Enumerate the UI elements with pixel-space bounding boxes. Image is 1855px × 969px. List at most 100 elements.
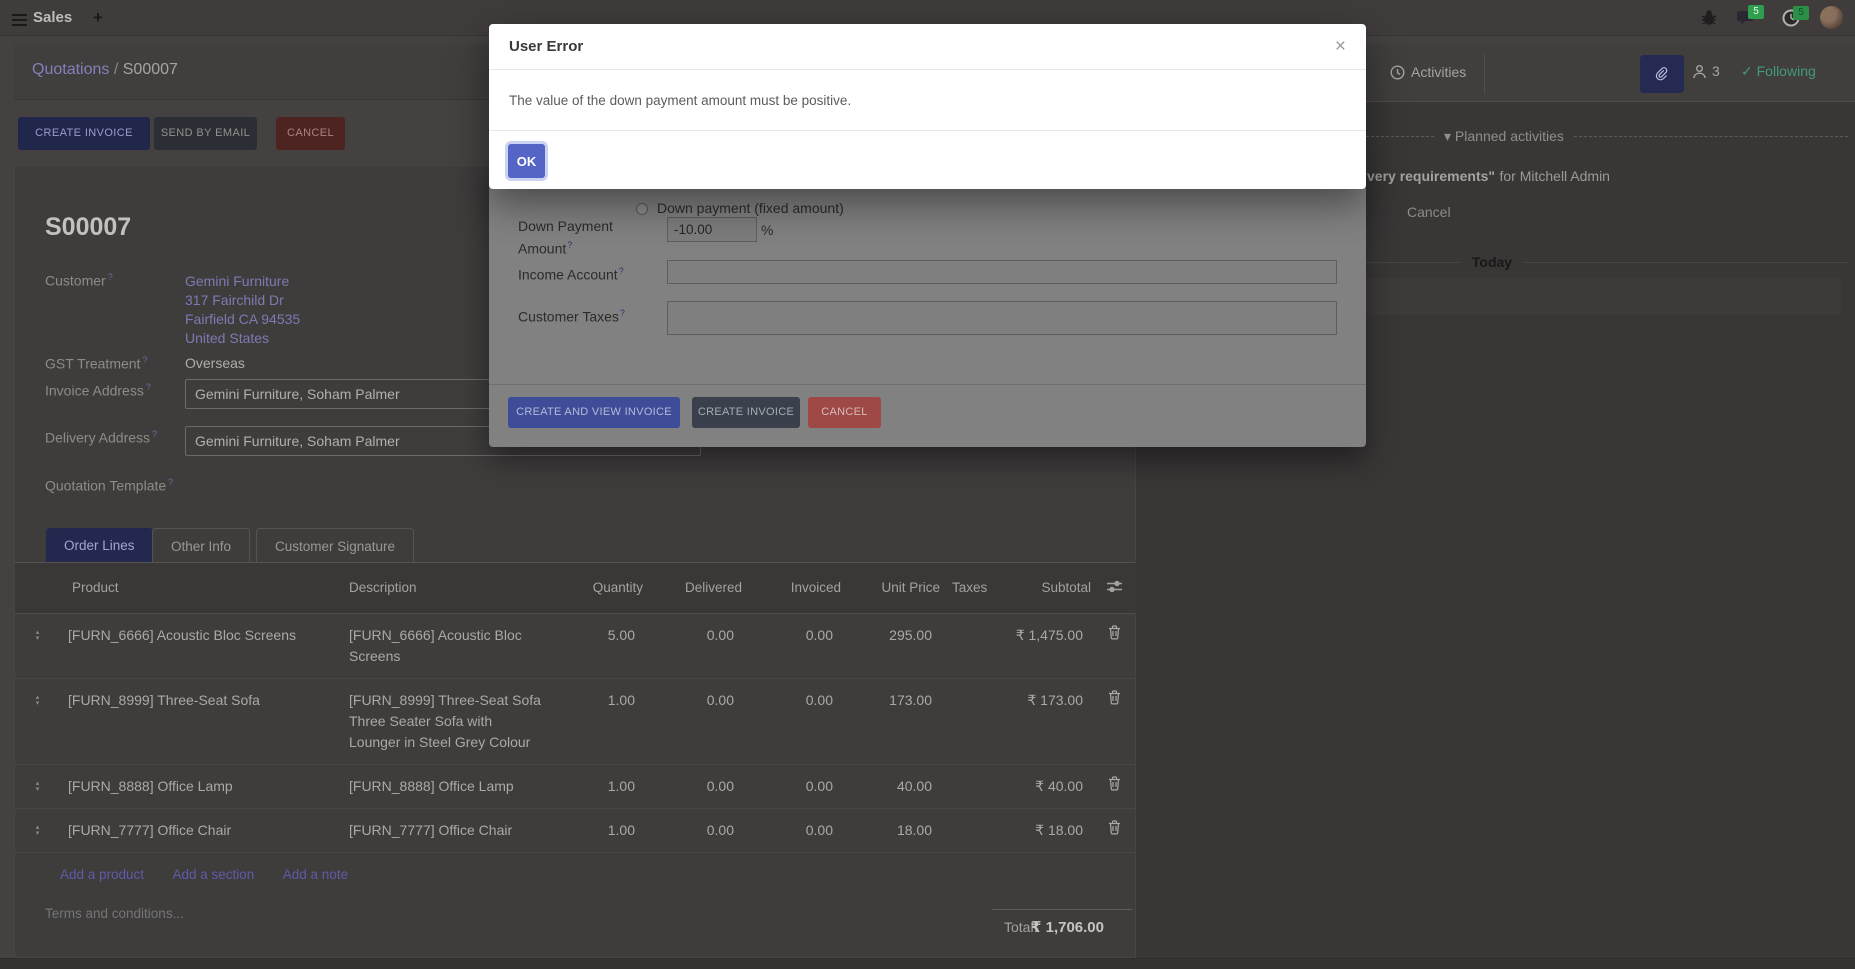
fixed-amount-option[interactable]: Down payment (fixed amount) (636, 199, 844, 218)
cell-product[interactable]: [FURN_6666] Acoustic Bloc Screens (60, 613, 341, 678)
user-avatar[interactable] (1820, 6, 1843, 29)
following-button[interactable]: ✓ Following (1741, 63, 1816, 80)
activity-cancel-link[interactable]: Cancel (1407, 204, 1451, 220)
cell-delivered[interactable]: 0.00 (643, 808, 742, 852)
close-icon[interactable]: × (1335, 37, 1346, 56)
cell-product[interactable]: [FURN_8999] Three-Seat Sofa (60, 678, 341, 764)
debug-bug-icon[interactable] (1700, 9, 1718, 27)
ok-button[interactable]: OK (508, 144, 545, 178)
delete-row-icon[interactable] (1091, 678, 1137, 764)
dialog-cancel-button[interactable]: CANCEL (808, 397, 881, 428)
cell-taxes[interactable] (940, 808, 1006, 852)
send-by-email-button[interactable]: SEND BY EMAIL (154, 117, 257, 150)
quotation-template-label: Quotation Template? (45, 477, 173, 494)
new-tab-icon[interactable]: + (93, 8, 103, 28)
breadcrumb-quotations[interactable]: Quotations (32, 61, 109, 78)
cell-taxes[interactable] (940, 764, 1006, 808)
radio-icon[interactable] (636, 203, 648, 215)
cell-taxes[interactable] (940, 678, 1006, 764)
cell-delivered[interactable]: 0.00 (643, 764, 742, 808)
today-label: Today (1472, 254, 1512, 270)
cell-unit-price[interactable]: 18.00 (841, 808, 940, 852)
col-product[interactable]: Product (60, 563, 341, 613)
help-icon: ? (108, 272, 113, 282)
down-payment-amount-input[interactable] (667, 217, 757, 242)
breadcrumb-separator: / (114, 61, 118, 78)
cell-description[interactable]: [FURN_8999] Three-Seat Sofa Three Seater… (341, 678, 586, 764)
delete-row-icon[interactable] (1091, 808, 1137, 852)
add-a-note-link[interactable]: Add a note (283, 867, 348, 882)
activities-button[interactable]: Activities (1390, 64, 1466, 80)
chatter-divider (1484, 54, 1485, 94)
delete-row-icon[interactable] (1091, 764, 1137, 808)
create-invoice-button[interactable]: CREATE INVOICE (18, 117, 150, 150)
drag-handle-icon[interactable]: ▴▾ (36, 630, 40, 642)
followers-button[interactable]: 3 (1692, 63, 1720, 79)
col-description[interactable]: Description (341, 563, 586, 613)
col-quantity[interactable]: Quantity (586, 563, 643, 613)
cell-product[interactable]: [FURN_7777] Office Chair (60, 808, 341, 852)
income-account-input[interactable] (667, 260, 1337, 284)
tab-other-info[interactable]: Other Info (152, 528, 250, 563)
cell-delivered[interactable]: 0.00 (643, 678, 742, 764)
table-footer-links: Add a product Add a section Add a note (60, 866, 372, 884)
cell-unit-price[interactable]: 40.00 (841, 764, 940, 808)
cell-delivered[interactable]: 0.00 (643, 613, 742, 678)
col-taxes[interactable]: Taxes (940, 563, 1006, 613)
check-icon: ✓ (1741, 63, 1753, 79)
cell-subtotal: ₹ 40.00 (1006, 764, 1091, 808)
customer-taxes-label: Customer Taxes? (518, 304, 625, 327)
create-and-view-invoice-button[interactable]: CREATE AND VIEW INVOICE (508, 397, 680, 428)
cell-description[interactable]: [FURN_6666] Acoustic Bloc Screens (341, 613, 586, 678)
planned-activities-toggle[interactable]: ▾ Planned activities (1444, 128, 1564, 145)
add-a-section-link[interactable]: Add a section (173, 867, 255, 882)
delete-row-icon[interactable] (1091, 613, 1137, 678)
col-invoiced[interactable]: Invoiced (742, 563, 841, 613)
customer-name-link[interactable]: Gemini Furniture (185, 272, 300, 291)
followers-person-icon (1692, 64, 1707, 79)
cell-invoiced[interactable]: 0.00 (742, 764, 841, 808)
cell-description[interactable]: [FURN_7777] Office Chair (341, 808, 586, 852)
table-row[interactable]: ▴▾ [FURN_8888] Office Lamp [FURN_8888] O… (15, 764, 1137, 808)
error-message: The value of the down payment amount mus… (509, 93, 851, 108)
cancel-order-button[interactable]: CANCEL (276, 117, 345, 150)
col-subtotal[interactable]: Subtotal (1006, 563, 1091, 613)
table-row[interactable]: ▴▾ [FURN_6666] Acoustic Bloc Screens [FU… (15, 613, 1137, 678)
cell-invoiced[interactable]: 0.00 (742, 678, 841, 764)
cell-description[interactable]: [FURN_8888] Office Lamp (341, 764, 586, 808)
cell-invoiced[interactable]: 0.00 (742, 613, 841, 678)
percent-suffix: % (761, 221, 773, 240)
tab-customer-signature[interactable]: Customer Signature (256, 528, 414, 563)
customer-value[interactable]: Gemini Furniture 317 Fairchild Dr Fairfi… (185, 272, 300, 348)
col-delivered[interactable]: Delivered (643, 563, 742, 613)
drag-handle-icon[interactable]: ▴▾ (36, 781, 40, 793)
drag-handle-icon[interactable]: ▴▾ (36, 825, 40, 837)
cell-unit-price[interactable]: 173.00 (841, 678, 940, 764)
dialog-create-invoice-button[interactable]: CREATE INVOICE (692, 397, 800, 428)
tab-order-lines[interactable]: Order Lines (46, 528, 153, 563)
cell-quantity[interactable]: 1.00 (586, 764, 643, 808)
error-modal-footer: OK (489, 131, 1366, 191)
cell-product[interactable]: [FURN_8888] Office Lamp (60, 764, 341, 808)
optional-columns-icon[interactable] (1091, 563, 1137, 613)
gst-treatment-label: GST Treatment? (45, 355, 147, 372)
cell-invoiced[interactable]: 0.00 (742, 808, 841, 852)
table-row[interactable]: ▴▾ [FURN_7777] Office Chair [FURN_7777] … (15, 808, 1137, 852)
attachment-button[interactable] (1640, 55, 1684, 93)
cell-quantity[interactable]: 1.00 (586, 808, 643, 852)
cell-quantity[interactable]: 1.00 (586, 678, 643, 764)
drag-handle-icon[interactable]: ▴▾ (36, 695, 40, 707)
cell-unit-price[interactable]: 295.00 (841, 613, 940, 678)
help-icon: ? (168, 477, 173, 487)
help-icon: ? (146, 382, 151, 392)
breadcrumb-current: S00007 (123, 61, 178, 78)
customer-taxes-input[interactable] (667, 301, 1337, 325)
terms-and-conditions-input[interactable] (45, 906, 445, 921)
add-a-product-link[interactable]: Add a product (60, 867, 144, 882)
app-name[interactable]: Sales (33, 9, 72, 26)
cell-quantity[interactable]: 5.00 (586, 613, 643, 678)
apps-menu-icon[interactable] (12, 11, 27, 29)
cell-taxes[interactable] (940, 613, 1006, 678)
col-unit-price[interactable]: Unit Price (841, 563, 940, 613)
table-row[interactable]: ▴▾ [FURN_8999] Three-Seat Sofa [FURN_899… (15, 678, 1137, 764)
